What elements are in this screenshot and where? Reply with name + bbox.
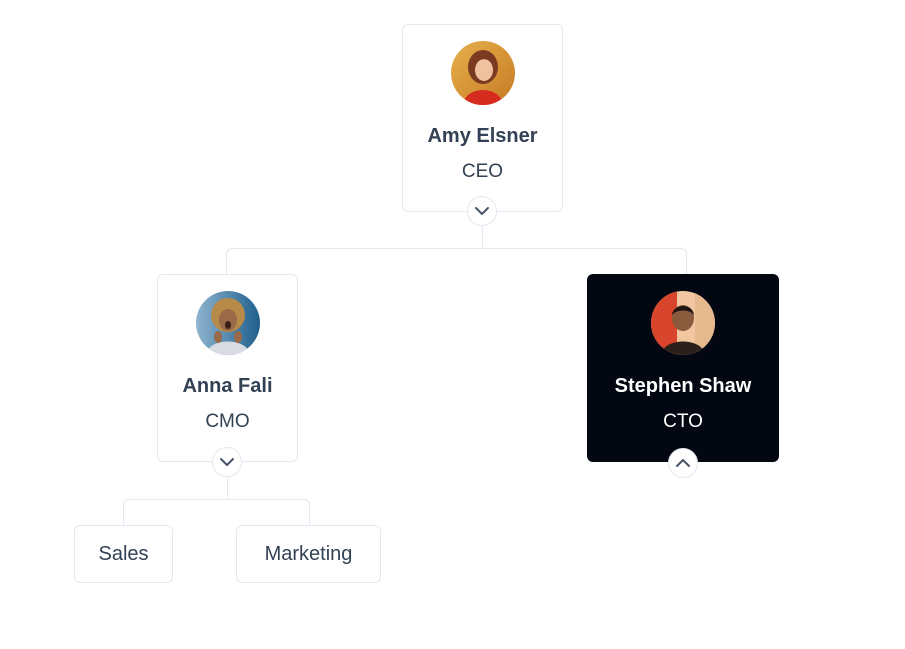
connector-root-stem xyxy=(482,226,483,248)
org-node-marketing[interactable]: Marketing xyxy=(236,525,381,583)
avatar xyxy=(450,41,515,105)
node-name: Anna Fali xyxy=(182,375,273,397)
node-name: Amy Elsner xyxy=(427,125,538,147)
org-node-cto[interactable]: Stephen Shaw CTO xyxy=(587,274,779,462)
org-node-ceo[interactable]: Amy Elsner CEO xyxy=(402,24,563,212)
connector-cmo-stem xyxy=(227,476,228,499)
expand-toggle-cmo[interactable] xyxy=(212,447,242,477)
avatar xyxy=(195,291,260,355)
connector-level2-bar xyxy=(123,499,310,526)
chevron-down-icon xyxy=(220,458,234,466)
node-title: CMO xyxy=(205,411,250,432)
expand-toggle-ceo[interactable] xyxy=(467,196,497,226)
chevron-down-icon xyxy=(475,207,489,215)
connector-level1-bar xyxy=(226,248,687,275)
org-node-sales[interactable]: Sales xyxy=(74,525,173,583)
org-node-cmo[interactable]: Anna Fali CMO xyxy=(157,274,298,462)
collapse-toggle-cto[interactable] xyxy=(668,448,698,478)
node-title: CTO xyxy=(663,411,703,432)
node-title: CEO xyxy=(461,161,504,182)
avatar xyxy=(651,291,715,355)
chevron-up-icon xyxy=(676,459,690,467)
node-name: Stephen Shaw xyxy=(614,375,752,397)
